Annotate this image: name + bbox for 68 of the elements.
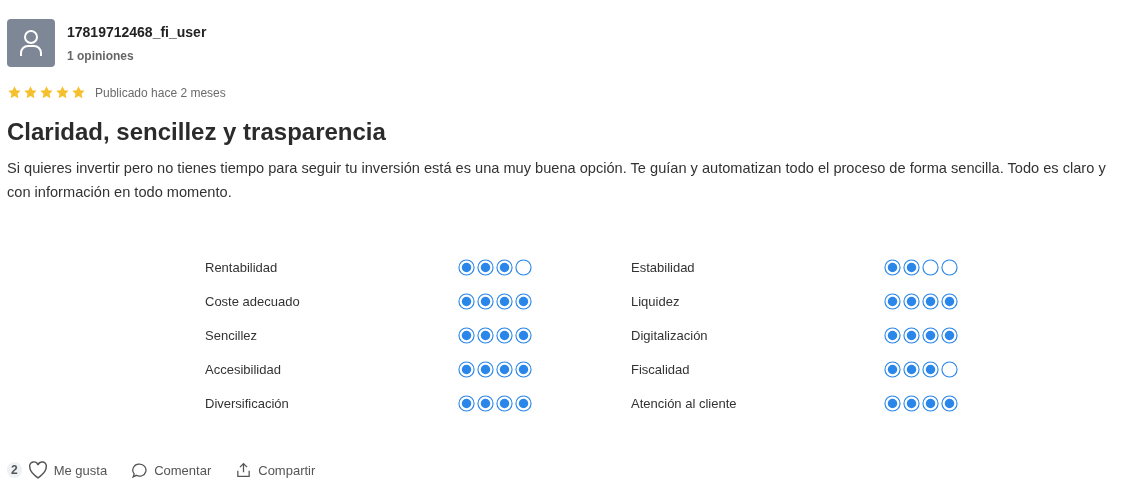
rating-dot-icon	[496, 259, 513, 276]
rating-dot-icon	[922, 259, 939, 276]
rating-dot-icon	[477, 395, 494, 412]
rating-dot-icon	[477, 259, 494, 276]
rating-dot-icon	[496, 361, 513, 378]
star-icon	[39, 85, 54, 100]
post-date: Publicado hace 2 meses	[95, 85, 226, 100]
share-icon	[235, 461, 253, 479]
rating-dot-icon	[941, 395, 958, 412]
rating-dot-icon	[903, 293, 920, 310]
star-icon	[71, 85, 86, 100]
star-icon	[55, 85, 70, 100]
rating-dot-icon	[515, 259, 532, 276]
rating-dot-icon	[903, 395, 920, 412]
rating-dot-icon	[477, 327, 494, 344]
rating-label: Atención al cliente	[631, 395, 738, 413]
rating-dot-icon	[884, 259, 901, 276]
rating-dot-icon	[884, 395, 901, 412]
rating-dot-icon	[515, 293, 532, 310]
rating-dot-icon	[884, 293, 901, 310]
review-count: 1 opiniones	[67, 48, 135, 63]
rating-dot-icon	[903, 327, 920, 344]
review-text: Si quieres invertir pero no tienes tiempo para seguir tu inversión está es una muy buena opción. Te guían y automatizan todo el proceso de forma sencilla. Todo es claro y con información en todo momento.	[7, 159, 1107, 202]
user-name: 17819712468_fi_user	[67, 23, 207, 40]
rating-dot-icon	[458, 293, 475, 310]
rating-label: Digitalización	[631, 327, 709, 345]
rating-label: Coste adecuado	[205, 293, 301, 311]
like-button[interactable]: Me gusta	[27, 461, 108, 479]
rating-dot-icon	[884, 327, 901, 344]
rating-dot-icon	[496, 293, 513, 310]
rating-dot-icon	[496, 395, 513, 412]
speech-bubble-icon	[131, 461, 149, 479]
rating-dot-icon	[922, 361, 939, 378]
heart-icon	[27, 461, 48, 479]
like-count: 2	[7, 462, 22, 478]
user-icon	[19, 29, 43, 57]
rating-label: Liquidez	[631, 293, 681, 311]
rating-dot-icon	[922, 293, 939, 310]
rating-label: Rentabilidad	[205, 259, 279, 277]
rating-label: Estabilidad	[631, 259, 696, 277]
rating-dot-icon	[941, 293, 958, 310]
rating-dot-icon	[515, 395, 532, 412]
rating-dot-icon	[458, 361, 475, 378]
rating-dot-icon	[922, 395, 939, 412]
rating-dot-icon	[458, 259, 475, 276]
rating-label: Diversificación	[205, 395, 290, 413]
star-icon	[23, 85, 38, 100]
rating-dot-icon	[903, 259, 920, 276]
rating-dot-icon	[941, 327, 958, 344]
rating-dot-icon	[496, 327, 513, 344]
rating-dot-icon	[477, 293, 494, 310]
rating-label: Fiscalidad	[631, 361, 691, 379]
rating-dot-icon	[884, 361, 901, 378]
rating-dot-icon	[922, 327, 939, 344]
rating-dot-icon	[941, 259, 958, 276]
rating-dot-icon	[515, 327, 532, 344]
review-title: Claridad, sencillez y trasparencia	[7, 118, 387, 146]
rating-dot-icon	[941, 361, 958, 378]
comment-button[interactable]: Comentar	[131, 461, 212, 479]
share-button[interactable]: Compartir	[235, 461, 316, 479]
rating-dot-icon	[903, 361, 920, 378]
rating-dot-icon	[458, 327, 475, 344]
rating-dot-icon	[477, 361, 494, 378]
rating-label: Sencillez	[205, 327, 259, 345]
rating-label: Accesibilidad	[205, 361, 282, 379]
rating-dot-icon	[458, 395, 475, 412]
star-icon	[7, 85, 22, 100]
rating-dot-icon	[515, 361, 532, 378]
